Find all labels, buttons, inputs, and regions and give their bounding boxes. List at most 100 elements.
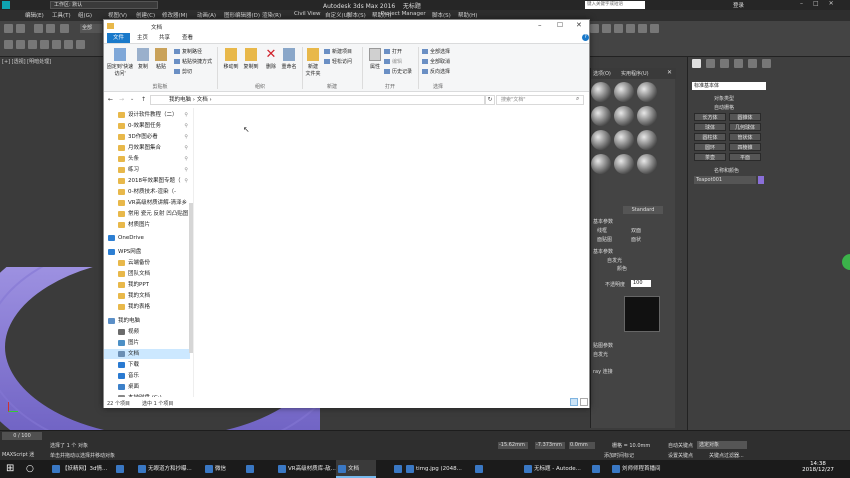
nav-item[interactable]: 云端备份 — [104, 258, 190, 268]
align-icon[interactable] — [64, 40, 73, 49]
help-icon[interactable]: ? — [582, 34, 589, 41]
workspace-dropdown[interactable]: 工作区: 默认 — [50, 1, 158, 9]
mat-two-sided-checkbox[interactable]: 双面 — [631, 227, 641, 234]
quick-access-toolbar[interactable] — [118, 23, 136, 29]
bind-icon[interactable] — [60, 24, 69, 33]
back-icon[interactable]: ← — [108, 96, 113, 103]
nav-item[interactable]: 团队文档 — [104, 269, 190, 279]
redo-icon[interactable] — [16, 24, 25, 33]
create-tab-icon[interactable] — [692, 59, 701, 68]
taskbar-item[interactable]: 【妖精网】3d情... — [50, 460, 110, 478]
taskbar-item[interactable] — [244, 460, 272, 478]
mat-blinn-params[interactable]: 基本参数 — [593, 248, 613, 255]
search-taskbar-icon[interactable]: ○ — [26, 464, 34, 474]
nav-item[interactable]: 头条 ⚲ — [104, 154, 190, 164]
menu-graph-editors[interactable]: 图形编辑器(D) — [224, 11, 260, 19]
geosphere-button[interactable]: 几何球体 — [729, 123, 761, 131]
key-filters-button[interactable]: 关键点过滤器... — [709, 452, 744, 459]
mat-tab-options[interactable]: 选项(O) — [593, 70, 611, 77]
mat-faceted-checkbox[interactable]: 面状 — [631, 236, 641, 243]
menu-project-manager[interactable]: Project Manager — [381, 11, 426, 17]
viewport-label[interactable]: [+] [透视] [明暗处理] — [2, 58, 51, 65]
nav-item[interactable]: 下载 — [104, 360, 190, 370]
copy-path-button[interactable]: 复制路径 — [174, 48, 202, 55]
recent-locations-icon[interactable]: ⌄ — [130, 96, 134, 102]
nav-item[interactable]: 我的表格 — [104, 302, 190, 312]
render-icon[interactable] — [614, 24, 623, 33]
taskbar-item[interactable] — [473, 460, 517, 478]
mat-color-checkbox[interactable]: 颜色 — [617, 265, 627, 272]
nav-item[interactable]: 练习 ⚲ — [104, 165, 190, 175]
pin-icon[interactable]: ⚲ — [184, 176, 188, 186]
minimize-icon[interactable]: – — [538, 21, 542, 29]
nav-item[interactable]: 3D作图必看 ⚲ — [104, 132, 190, 142]
nav-item[interactable]: 桌面 — [104, 382, 190, 392]
nav-item[interactable]: 我的PPT — [104, 280, 190, 290]
nav-item[interactable]: 我的文档 — [104, 291, 190, 301]
paste-shortcut-button[interactable]: 粘贴快捷方式 — [174, 58, 212, 65]
coord-z-field[interactable]: 0.0mm — [569, 442, 595, 449]
paste-button[interactable]: 粘贴 — [150, 48, 172, 70]
object-type-rollout[interactable]: 对象类型 — [714, 95, 734, 102]
object-color-swatch[interactable] — [758, 176, 764, 184]
material-type-button[interactable]: Standard — [623, 206, 663, 214]
taskbar-item[interactable]: 无眼道方和抄曝... — [136, 460, 200, 478]
menu-modifiers[interactable]: 修改器(M) — [162, 11, 188, 19]
taskbar-item[interactable] — [590, 460, 604, 478]
max-logo-icon[interactable] — [2, 1, 10, 9]
breadcrumb-my-computer[interactable]: 我的电脑 — [169, 97, 191, 103]
menu-rendering[interactable]: 渲染(R) — [262, 11, 281, 19]
motion-tab-icon[interactable] — [734, 59, 743, 68]
pin-icon[interactable]: ⚲ — [184, 143, 188, 153]
curve-editor-icon[interactable] — [638, 24, 647, 33]
nav-item[interactable]: 常用 瓷元 反射 凹凸贴图 — [104, 209, 190, 219]
render-frame-icon[interactable] — [602, 24, 611, 33]
pin-icon[interactable]: ⚲ — [184, 165, 188, 175]
percent-snap-icon[interactable] — [28, 40, 37, 49]
mat-self-illum-map[interactable]: 自发光 — [593, 351, 608, 358]
autogrid-checkbox[interactable]: 自动栅格 — [714, 104, 734, 111]
select-none-button[interactable]: 全部取消 — [422, 58, 450, 65]
breadcrumb-documents[interactable]: 文档 — [197, 97, 208, 103]
nav-item[interactable]: 图片 — [104, 338, 190, 348]
pin-icon[interactable]: ⚲ — [184, 132, 188, 142]
max-search-input[interactable]: 键入关键字或短语 — [585, 1, 645, 9]
auto-key-label[interactable]: 自动关键点 — [668, 442, 693, 449]
menu-create[interactable]: 创建(C) — [136, 11, 155, 19]
mirror-icon[interactable] — [52, 40, 61, 49]
hierarchy-tab-icon[interactable] — [720, 59, 729, 68]
address-bar[interactable]: 我的电脑 › 文档 › — [150, 95, 485, 105]
tab-view[interactable]: 查看 — [176, 33, 199, 43]
nav-item[interactable]: 月效果图集合 ⚲ — [104, 143, 190, 153]
search-input[interactable]: 搜索"文档" — [496, 95, 584, 105]
nav-item[interactable]: 音乐 — [104, 371, 190, 381]
taskbar-item[interactable]: timg.jpg (2048... — [404, 460, 462, 478]
refresh-icon[interactable]: ↻ — [485, 95, 495, 105]
material-slots[interactable] — [591, 80, 661, 176]
pin-icon[interactable]: ⚲ — [184, 110, 188, 120]
mat-opacity-field[interactable]: 100 — [631, 280, 651, 287]
close-icon[interactable]: ✕ — [576, 21, 582, 29]
nav-item[interactable]: 2018年效果图专题（ ⚲ — [104, 176, 190, 186]
taskbar-item[interactable]: 微信 — [203, 460, 241, 478]
time-slider[interactable]: 0 / 100 — [2, 432, 42, 440]
menu-animation[interactable]: 动画(A) — [197, 11, 216, 19]
undo-icon[interactable] — [4, 24, 13, 33]
torus-button[interactable]: 圆环 — [694, 143, 726, 151]
sphere-button[interactable]: 球体 — [694, 123, 726, 131]
snap-icon[interactable] — [4, 40, 13, 49]
menu-tools[interactable]: 工具(T) — [52, 11, 71, 19]
cone-button[interactable]: 圆锥体 — [729, 113, 761, 121]
selection-filter[interactable]: 全部 — [80, 24, 102, 33]
new-item-button[interactable]: 新建项目 — [324, 48, 352, 55]
max-window-controls[interactable]: –□✕ — [800, 0, 850, 10]
tube-button[interactable]: 管状体 — [729, 133, 761, 141]
nav-item[interactable]: 0-效果图任务 ⚲ — [104, 121, 190, 131]
menu-help-2[interactable]: 帮助(H) — [458, 11, 477, 19]
large-icons-view-icon[interactable] — [580, 398, 588, 406]
maximize-icon[interactable]: ☐ — [557, 21, 563, 29]
move-to-button[interactable]: 移动到 — [220, 48, 242, 70]
utilities-tab-icon[interactable] — [762, 59, 771, 68]
plane-button[interactable]: 平面 — [729, 153, 761, 161]
start-icon[interactable]: ⊞ — [6, 464, 16, 474]
